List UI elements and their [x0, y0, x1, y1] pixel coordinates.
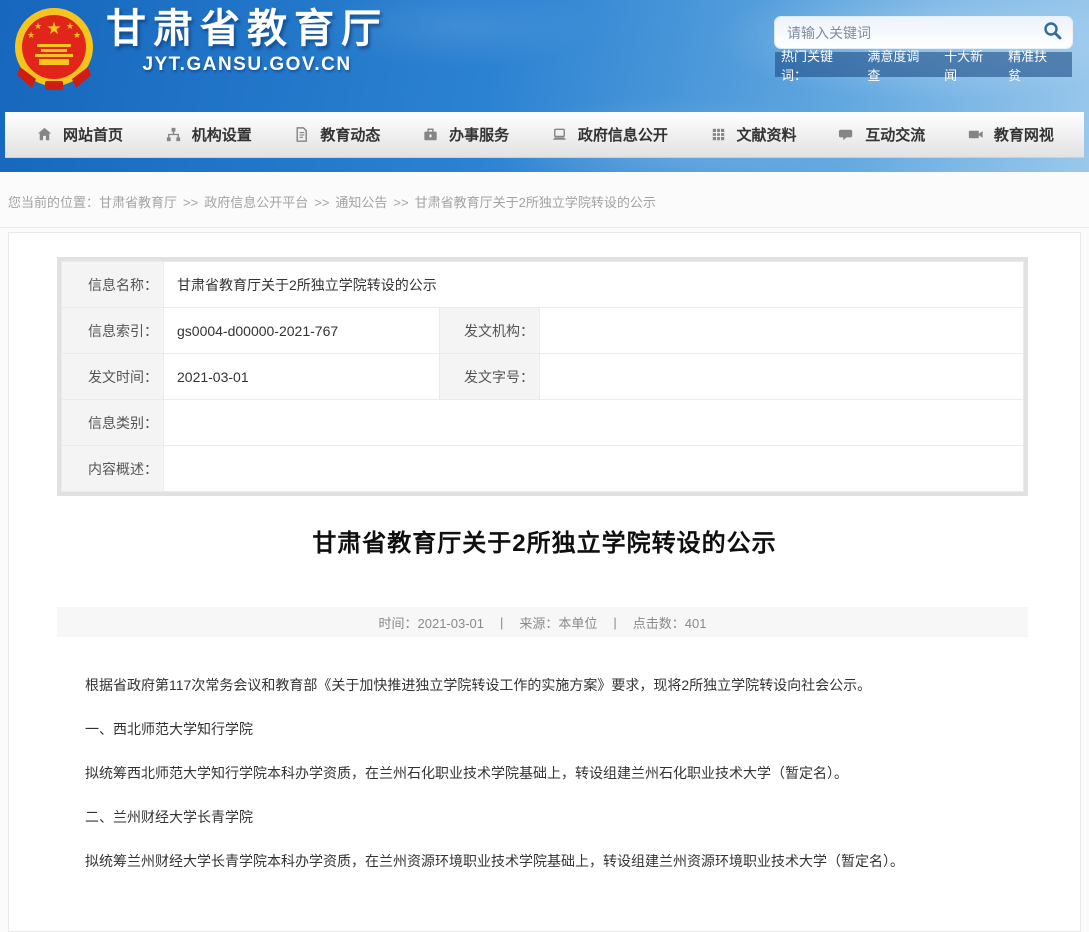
- nav-item-services[interactable]: 办事服务: [421, 124, 509, 145]
- hot-keywords-label: 热门关键词：: [781, 46, 857, 84]
- nav-label: 教育动态: [320, 124, 380, 145]
- breadcrumb-separator: >>: [393, 195, 408, 210]
- content-summary-value: [164, 446, 1024, 492]
- issue-date-label: 发文时间：: [62, 354, 164, 400]
- search-input[interactable]: [775, 25, 1034, 41]
- meta-hits: 点击数：401: [633, 613, 707, 632]
- document-icon: [292, 125, 311, 144]
- breadcrumb-prefix: 您当前的位置：: [8, 195, 99, 210]
- breadcrumb-link-platform[interactable]: 政府信息公开平台: [204, 195, 308, 210]
- meta-source: 来源：本单位: [519, 613, 597, 632]
- table-row: 发文时间： 2021-03-01 发文字号：: [62, 354, 1024, 400]
- svg-text:★: ★: [46, 19, 61, 38]
- paragraph: 拟统筹兰州财经大学长青学院本科办学资质，在兰州资源环境职业技术学院基础上，转设组…: [57, 853, 1028, 869]
- table-row: 内容概述：: [62, 446, 1024, 492]
- hot-keyword-link-2[interactable]: 十大新闻: [944, 46, 995, 84]
- nav-label: 文献资料: [737, 124, 797, 145]
- info-index-label: 信息索引：: [62, 308, 164, 354]
- svg-text:★: ★: [73, 30, 81, 40]
- breadcrumb: 您当前的位置：甘肃省教育厅 >> 政府信息公开平台 >> 通知公告 >> 甘肃省教育厅关于2…: [0, 172, 1089, 228]
- article-title: 甘肃省教育厅关于2所独立学院转设的公示: [59, 523, 1030, 558]
- hot-keywords-bar: 热门关键词： 满意度调查 十大新闻 精准扶贫: [775, 52, 1072, 77]
- chat-icon: [837, 125, 856, 144]
- site-logo[interactable]: ★ ★ ★ ★ ★ 甘肃省教育厅 JYT.GANSU.GOV.CN: [14, 5, 388, 98]
- home-icon: [35, 125, 54, 144]
- site-url: JYT.GANSU.GOV.CN: [106, 54, 388, 76]
- nav-item-literature[interactable]: 文献资料: [709, 124, 797, 145]
- hot-keyword-link-1[interactable]: 满意度调查: [867, 46, 931, 84]
- brand-text: 甘肃省教育厅 JYT.GANSU.GOV.CN: [106, 5, 388, 76]
- sitemap-icon: [164, 125, 183, 144]
- nav-label: 政府信息公开: [578, 124, 668, 145]
- paragraph: 根据省政府第117次常务会议和教育部《关于加快推进独立学院转设工作的实施方案》要…: [57, 677, 1028, 693]
- issuing-agency-label: 发文机构：: [440, 308, 540, 354]
- paragraph: 一、西北师范大学知行学院: [57, 721, 1028, 737]
- main-nav: 网站首页 机构设置 教育动态: [5, 112, 1084, 158]
- meta-time: 时间：2021-03-01: [379, 613, 485, 632]
- svg-text:★: ★: [27, 30, 35, 40]
- doc-number-label: 发文字号：: [440, 354, 540, 400]
- search-button[interactable]: [1034, 17, 1072, 48]
- info-table: 信息名称： 甘肃省教育厅关于2所独立学院转设的公示 信息索引： gs0004-d…: [57, 257, 1028, 496]
- nav-item-video[interactable]: 教育网视: [966, 124, 1054, 145]
- breadcrumb-link-home[interactable]: 甘肃省教育厅: [99, 195, 177, 210]
- table-row: 信息名称： 甘肃省教育厅关于2所独立学院转设的公示: [62, 262, 1024, 308]
- site-title: 甘肃省教育厅: [106, 5, 388, 53]
- meta-separator: |: [613, 615, 616, 630]
- article-body: 根据省政府第117次常务会议和教育部《关于加快推进独立学院转设工作的实施方案》要…: [57, 677, 1028, 869]
- briefcase-icon: [421, 125, 440, 144]
- breadcrumb-separator: >>: [183, 195, 198, 210]
- grid-icon: [709, 125, 728, 144]
- national-emblem-icon: ★ ★ ★ ★ ★: [14, 5, 94, 98]
- article-meta: 时间：2021-03-01 | 来源：本单位 | 点击数：401: [57, 607, 1028, 637]
- nav-item-org[interactable]: 机构设置: [164, 124, 252, 145]
- info-index-value: gs0004-d00000-2021-767: [164, 308, 440, 354]
- nav-label: 机构设置: [192, 124, 252, 145]
- nav-label: 办事服务: [449, 124, 509, 145]
- content-summary-label: 内容概述：: [62, 446, 164, 492]
- info-category-label: 信息类别：: [62, 400, 164, 446]
- camera-icon: [966, 125, 985, 144]
- search-box: [775, 17, 1072, 48]
- svg-text:★: ★: [34, 21, 42, 31]
- info-category-value: [164, 400, 1024, 446]
- search-icon: [1043, 21, 1063, 44]
- content-panel: 信息名称： 甘肃省教育厅关于2所独立学院转设的公示 信息索引： gs0004-d…: [8, 232, 1081, 932]
- nav-item-interaction[interactable]: 互动交流: [837, 124, 925, 145]
- issuing-agency-value: [540, 308, 1024, 354]
- info-name-label: 信息名称：: [62, 262, 164, 308]
- nav-label: 网站首页: [63, 124, 123, 145]
- info-name-value: 甘肃省教育厅关于2所独立学院转设的公示: [164, 262, 1024, 308]
- doc-number-value: [540, 354, 1024, 400]
- laptop-icon: [550, 125, 569, 144]
- breadcrumb-separator: >>: [314, 195, 329, 210]
- nav-item-gov-info[interactable]: 政府信息公开: [550, 124, 668, 145]
- meta-separator: |: [500, 615, 503, 630]
- nav-item-news[interactable]: 教育动态: [292, 124, 380, 145]
- issue-date-value: 2021-03-01: [164, 354, 440, 400]
- nav-label: 教育网视: [994, 124, 1054, 145]
- breadcrumb-current: 甘肃省教育厅关于2所独立学院转设的公示: [415, 195, 656, 210]
- hot-keyword-link-3[interactable]: 精准扶贫: [1008, 46, 1059, 84]
- nav-item-home[interactable]: 网站首页: [35, 124, 123, 145]
- table-row: 信息索引： gs0004-d00000-2021-767 发文机构：: [62, 308, 1024, 354]
- paragraph: 拟统筹西北师范大学知行学院本科办学资质，在兰州石化职业技术学院基础上，转设组建兰…: [57, 765, 1028, 781]
- breadcrumb-link-notices[interactable]: 通知公告: [335, 195, 387, 210]
- nav-label: 互动交流: [865, 124, 925, 145]
- paragraph: 二、兰州财经大学长青学院: [57, 809, 1028, 825]
- table-row: 信息类别：: [62, 400, 1024, 446]
- site-header: ★ ★ ★ ★ ★ 甘肃省教育厅 JYT.GANSU.GOV.CN: [0, 0, 1089, 172]
